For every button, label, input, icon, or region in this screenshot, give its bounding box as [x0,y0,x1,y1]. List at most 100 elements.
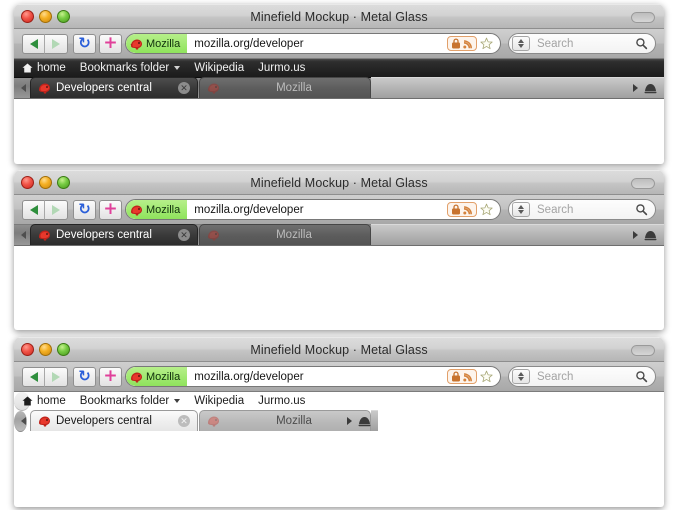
tab-developers-central[interactable]: Developers central ✕ [30,224,198,245]
url-text[interactable]: mozilla.org/developer [187,371,447,383]
toolbar-toggle-button[interactable] [631,12,655,23]
scroll-tabs-left-button[interactable] [17,77,30,98]
identity-label: Mozilla [146,370,181,383]
tab-mozilla[interactable]: Mozilla [199,77,371,98]
tab-developers-central[interactable]: Developers central ✕ [30,410,198,431]
mozilla-dino-icon [39,230,50,241]
bookmark-label: Bookmarks folder [79,395,170,407]
scroll-tabs-right-button[interactable] [633,231,638,239]
search-engine-stepper[interactable] [512,369,530,384]
scroll-tabs-left-button[interactable] [17,224,30,245]
back-button[interactable] [22,199,45,220]
search-field[interactable]: Search [508,366,656,387]
magnifier-icon[interactable] [635,370,648,383]
mozilla-dino-icon [208,230,219,241]
tab-bar: Developers central ✕ Mozilla [14,77,664,99]
search-input[interactable]: Search [530,38,635,50]
bookmark-item-home[interactable]: home [22,395,66,407]
forward-button[interactable] [45,199,68,220]
bookmark-item-wikipedia[interactable]: Wikipedia [194,62,244,74]
magnifier-icon[interactable] [635,37,648,50]
tab-mozilla[interactable]: Mozilla [199,410,371,431]
tab-developers-central[interactable]: Developers central ✕ [30,77,198,98]
tab-label: Mozilla [276,82,312,94]
search-engine-stepper[interactable] [512,202,530,217]
mozilla-dino-icon [208,83,219,94]
identity-label: Mozilla [146,203,181,216]
tab-mozilla[interactable]: Mozilla [199,224,371,245]
tab-close-button[interactable]: ✕ [178,229,190,241]
search-engine-stepper[interactable] [512,36,530,51]
home-icon [22,63,33,73]
back-button[interactable] [22,33,45,54]
window-title: Minefield Mockup · Metal Glass [250,176,428,190]
reload-button[interactable]: ↻ [73,199,96,220]
scroll-tabs-right-button[interactable] [633,84,638,92]
bookmark-item-wikipedia[interactable]: Wikipedia [194,395,244,407]
url-bar[interactable]: Mozilla mozilla.org/developer [125,199,501,220]
forward-arrow-icon [52,38,60,49]
search-field[interactable]: Search [508,33,656,54]
tab-label: Mozilla [276,415,312,427]
bookmark-label: Wikipedia [194,62,245,74]
plus-icon: + [103,199,118,219]
search-input[interactable]: Search [530,204,635,216]
site-identity-box[interactable]: Mozilla [126,367,188,386]
url-bar-icons [447,369,500,384]
back-button[interactable] [22,366,45,387]
reload-button[interactable]: ↻ [73,366,96,387]
chevron-left-icon [21,230,26,239]
reload-button[interactable]: ↻ [73,33,96,54]
titlebar[interactable]: Minefield Mockup · Metal Glass [14,4,664,29]
security-feed-group[interactable] [447,36,477,51]
toolbar-toggle-button[interactable] [631,345,655,356]
bookmark-item-folder[interactable]: Bookmarks folder [80,62,181,74]
bookmark-item-folder[interactable]: Bookmarks folder [79,395,181,407]
mozilla-dino-icon [131,372,142,382]
bookmark-star-icon[interactable] [480,37,493,50]
list-all-tabs-icon[interactable] [644,83,657,94]
scroll-tabs-left-button[interactable] [17,410,30,431]
bookmark-label: Jurmo.us [258,395,306,407]
search-input[interactable]: Search [530,371,635,383]
magnifier-icon[interactable] [635,203,648,216]
security-feed-group[interactable] [447,369,477,384]
tab-label: Developers central [56,229,152,241]
browser-window-1: Minefield Mockup · Metal Glass ↻ + Mozil… [14,4,664,164]
url-bar[interactable]: Mozilla mozilla.org/developer [125,366,501,387]
stepper-down-icon [518,377,524,381]
url-text[interactable]: mozilla.org/developer [187,38,447,50]
home-icon [22,396,33,406]
list-all-tabs-icon[interactable] [358,416,371,427]
url-bar[interactable]: Mozilla mozilla.org/developer [125,33,501,54]
screenshot-stage: Minefield Mockup · Metal Glass ↻ + Mozil… [0,0,678,510]
stepper-down-icon [518,44,524,48]
tab-close-button[interactable]: ✕ [178,82,190,94]
forward-button[interactable] [45,33,68,54]
stepper-up-icon [518,39,524,43]
scroll-tabs-right-button[interactable] [347,417,352,425]
url-bar-icons [447,202,500,217]
tab-bar-filler [371,77,664,98]
new-tab-button[interactable]: + [99,366,122,387]
url-text[interactable]: mozilla.org/developer [187,204,447,216]
toolbar-toggle-button[interactable] [631,178,655,189]
forward-arrow-icon [52,204,60,215]
bookmark-star-icon[interactable] [480,370,493,383]
bookmark-item-jurmo[interactable]: Jurmo.us [258,395,305,407]
titlebar[interactable]: Minefield Mockup · Metal Glass [14,337,664,362]
bookmark-item-jurmo[interactable]: Jurmo.us [258,62,305,74]
new-tab-button[interactable]: + [99,33,122,54]
new-tab-button[interactable]: + [99,199,122,220]
tab-close-button[interactable]: ✕ [178,415,190,427]
navigation-toolbar: ↻ + Mozilla mozilla.org/developer Search [14,362,664,392]
security-feed-group[interactable] [447,202,477,217]
search-field[interactable]: Search [508,199,656,220]
list-all-tabs-icon[interactable] [644,230,657,241]
site-identity-box[interactable]: Mozilla [126,34,188,53]
site-identity-box[interactable]: Mozilla [126,200,188,219]
titlebar[interactable]: Minefield Mockup · Metal Glass [14,170,664,195]
forward-button[interactable] [45,366,68,387]
bookmark-star-icon[interactable] [480,203,493,216]
bookmark-item-home[interactable]: home [22,62,66,74]
